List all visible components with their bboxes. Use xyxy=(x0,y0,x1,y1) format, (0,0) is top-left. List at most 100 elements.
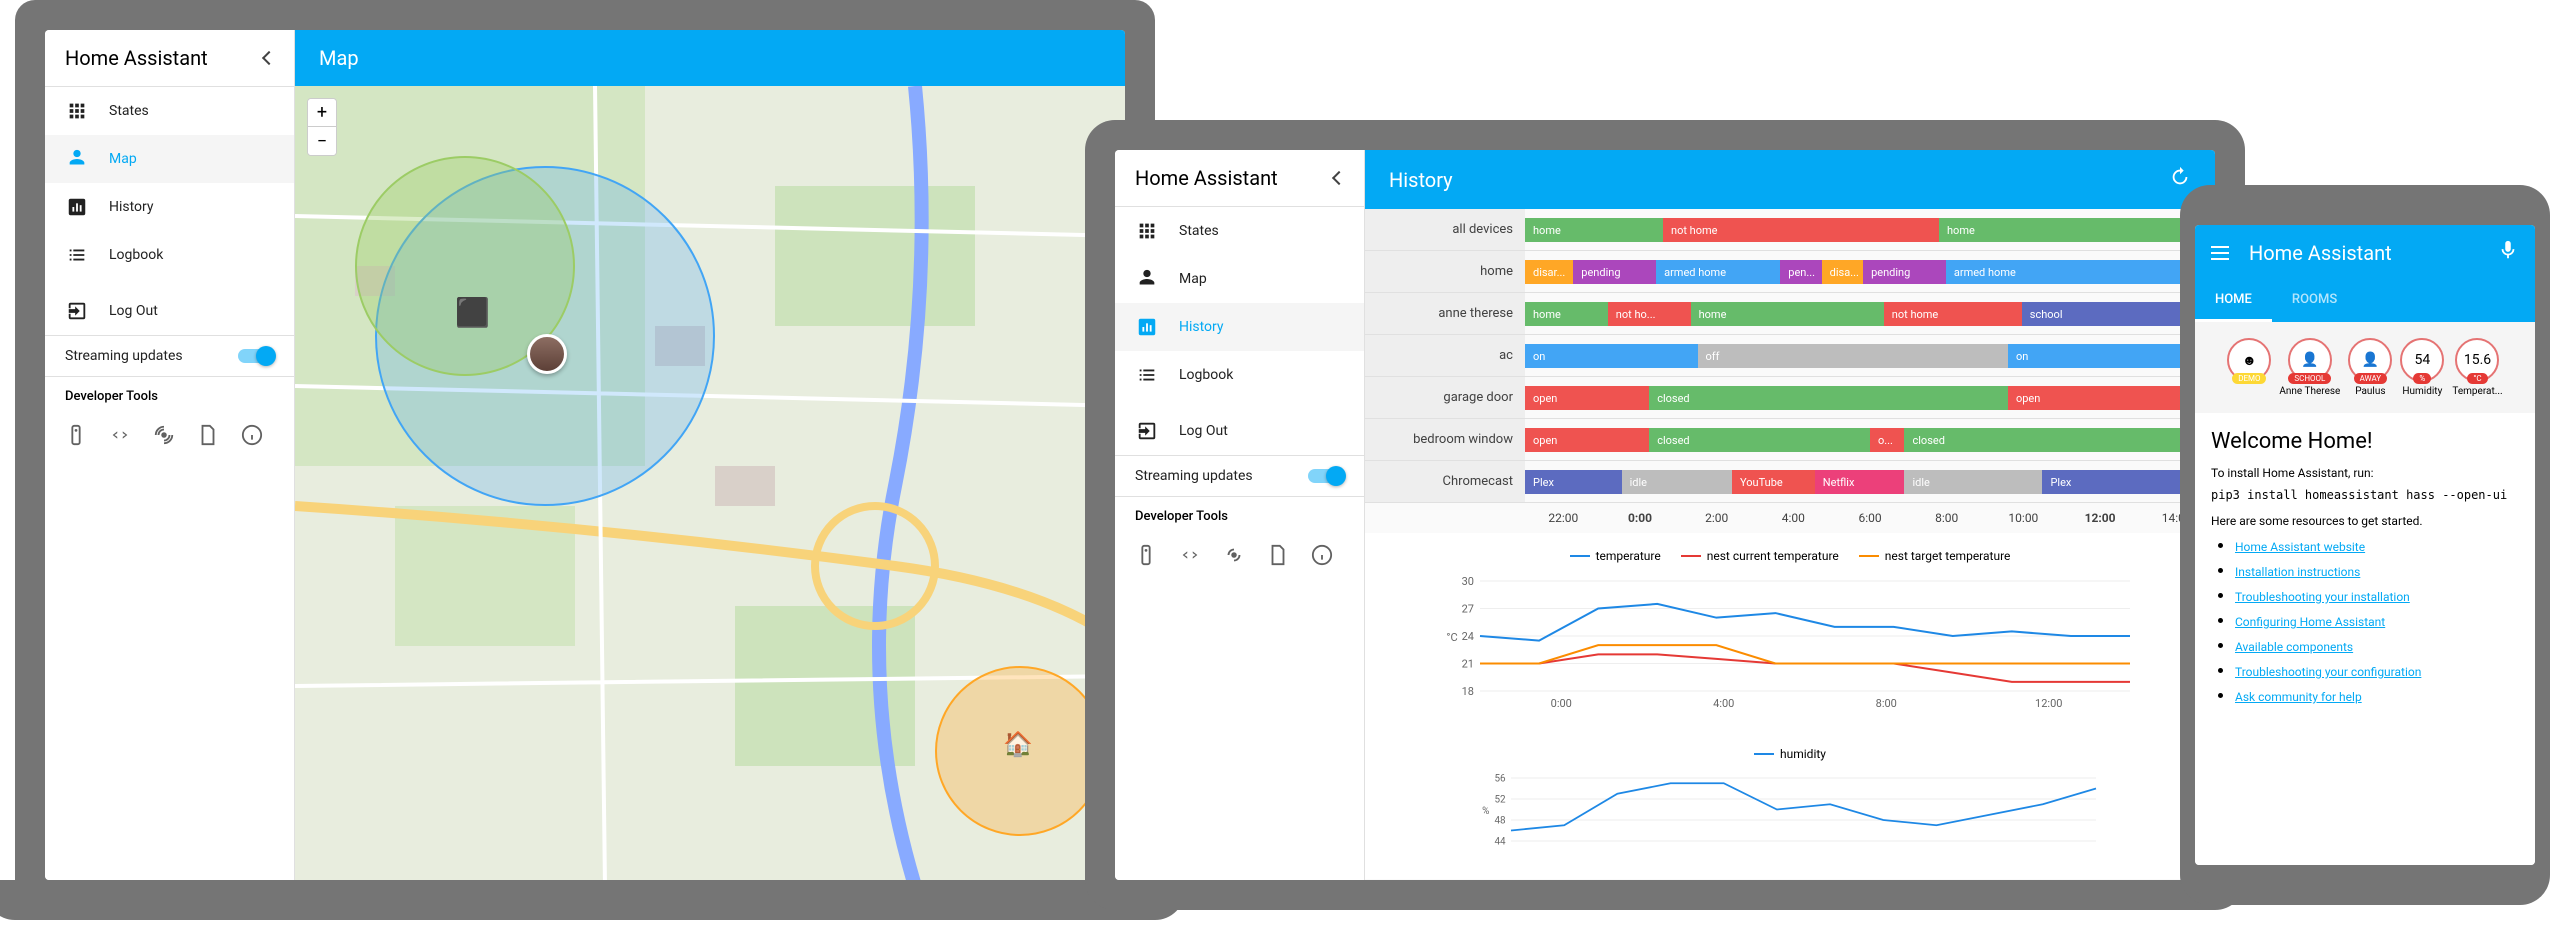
info-icon[interactable] xyxy=(1311,544,1335,568)
info-icon[interactable] xyxy=(241,424,265,448)
humidity-chart-svg: 44485256% xyxy=(1381,769,2199,859)
map-view[interactable]: + − ⬛ 🏠 xyxy=(295,86,1125,880)
history-segment[interactable]: YouTube xyxy=(1732,470,1815,494)
history-segment[interactable]: disar... xyxy=(1525,260,1573,284)
resource-link[interactable]: Home Assistant website xyxy=(2235,540,2365,554)
account-location-icon xyxy=(65,147,89,171)
tab-rooms[interactable]: ROOMS xyxy=(2272,280,2357,322)
resource-link-item: Troubleshooting your configuration xyxy=(2235,661,2519,680)
code-icon[interactable] xyxy=(109,424,133,448)
sidebar-item-states[interactable]: States xyxy=(45,87,294,135)
badge-pill: AWAY xyxy=(2354,373,2388,384)
remote-icon[interactable] xyxy=(65,424,89,448)
history-segment[interactable]: home xyxy=(1939,218,2215,242)
history-row: aconoffon xyxy=(1365,335,2215,377)
history-segment[interactable]: armed home xyxy=(1656,260,1780,284)
time-tick: 0:00 xyxy=(1602,503,1679,533)
history-segment[interactable]: pending xyxy=(1573,260,1656,284)
history-segment[interactable]: Netflix xyxy=(1815,470,1905,494)
account-location-icon xyxy=(1135,267,1159,291)
svg-text:27: 27 xyxy=(1462,603,1474,616)
history-segment[interactable]: pen... xyxy=(1780,260,1821,284)
history-segment[interactable]: not home xyxy=(1884,302,2022,326)
state-badge[interactable]: 15.6°CTemperat... xyxy=(2452,338,2502,397)
sidebar-item-logout[interactable]: Log Out xyxy=(45,287,294,335)
state-badge[interactable]: ☻DEMO xyxy=(2227,338,2271,397)
history-segment[interactable]: pending xyxy=(1863,260,1946,284)
time-tick: 12:00 xyxy=(2062,503,2139,533)
streaming-label: Streaming updates xyxy=(65,348,183,364)
history-segment[interactable]: home xyxy=(1525,302,1608,326)
remote-icon[interactable] xyxy=(1135,544,1159,568)
welcome-card: Welcome Home! To install Home Assistant,… xyxy=(2195,413,2535,865)
mic-icon[interactable] xyxy=(2497,239,2519,266)
history-segment[interactable]: off xyxy=(1698,344,2009,368)
welcome-title: Welcome Home! xyxy=(2211,429,2519,454)
history-row-label: bedroom window xyxy=(1365,419,1525,460)
badge-circle: 👤SCHOOL xyxy=(2288,338,2332,382)
history-segment[interactable]: on xyxy=(1525,344,1698,368)
device-phone: Home Assistant HOME ROOMS ☻DEMO👤SCHOOLAn… xyxy=(2180,185,2550,905)
legend-label: nest current temperature xyxy=(1707,549,1839,563)
resource-link[interactable]: Ask community for help xyxy=(2235,690,2362,704)
tab-home[interactable]: HOME xyxy=(2195,280,2272,322)
temp-chart-svg: 18212427300:004:008:0012:00°C xyxy=(1381,571,2199,711)
history-row-label: all devices xyxy=(1365,209,1525,250)
sidebar-item-history[interactable]: History xyxy=(45,183,294,231)
radio-tower-icon[interactable] xyxy=(153,424,177,448)
resource-link[interactable]: Configuring Home Assistant xyxy=(2235,615,2385,629)
sidebar-item-states[interactable]: States xyxy=(1115,207,1364,255)
history-segment[interactable]: closed xyxy=(1904,428,2215,452)
file-icon[interactable] xyxy=(197,424,221,448)
state-badge[interactable]: 👤AWAYPaulus xyxy=(2348,338,2392,397)
sidebar-label: Log Out xyxy=(109,303,158,319)
streaming-toggle[interactable] xyxy=(1308,469,1344,483)
history-segment[interactable]: open xyxy=(1525,428,1649,452)
history-segment[interactable]: home xyxy=(1525,218,1663,242)
radio-tower-icon[interactable] xyxy=(1223,544,1247,568)
history-segment[interactable]: armed home xyxy=(1946,260,2215,284)
history-segment[interactable]: not home xyxy=(1663,218,1939,242)
chevron-left-icon[interactable] xyxy=(1332,171,1346,185)
refresh-icon[interactable] xyxy=(2169,166,2191,193)
resource-link[interactable]: Installation instructions xyxy=(2235,565,2360,579)
streaming-toggle[interactable] xyxy=(238,349,274,363)
badge-label: Temperat... xyxy=(2452,386,2502,397)
chevron-left-icon[interactable] xyxy=(262,51,276,65)
history-segment[interactable]: o... xyxy=(1870,428,1905,452)
history-segment[interactable]: closed xyxy=(1649,386,2008,410)
time-tick: 8:00 xyxy=(1908,503,1985,533)
resource-link[interactable]: Troubleshooting your configuration xyxy=(2235,665,2421,679)
state-badge[interactable]: 👤SCHOOLAnne Therese xyxy=(2279,338,2340,397)
page-title: Map xyxy=(319,46,359,70)
resource-link[interactable]: Available components xyxy=(2235,640,2353,654)
hamburger-icon[interactable] xyxy=(2211,246,2229,260)
resource-link[interactable]: Troubleshooting your installation xyxy=(2235,590,2410,604)
history-segment[interactable]: idle xyxy=(1904,470,2042,494)
sidebar-item-map[interactable]: Map xyxy=(1115,255,1364,303)
time-tick: 22:00 xyxy=(1525,503,1602,533)
badge-pill: DEMO xyxy=(2232,373,2266,384)
laptop-main: Map xyxy=(295,30,1125,880)
history-segment[interactable]: closed xyxy=(1649,428,1870,452)
resource-link-item: Configuring Home Assistant xyxy=(2235,611,2519,630)
history-segment[interactable]: home xyxy=(1691,302,1884,326)
history-segment[interactable]: open xyxy=(1525,386,1649,410)
chart-icon xyxy=(65,195,89,219)
sidebar-item-logbook[interactable]: Logbook xyxy=(1115,351,1364,399)
sidebar-item-logout[interactable]: Log Out xyxy=(1115,407,1364,455)
history-segment[interactable]: disa... xyxy=(1822,260,1863,284)
file-icon[interactable] xyxy=(1267,544,1291,568)
history-segment[interactable]: Plex xyxy=(1525,470,1622,494)
history-segment[interactable]: idle xyxy=(1622,470,1732,494)
zoom-out-button[interactable]: − xyxy=(308,127,336,155)
history-segment[interactable]: not ho... xyxy=(1608,302,1691,326)
sidebar-item-map[interactable]: Map xyxy=(45,135,294,183)
code-icon[interactable] xyxy=(1179,544,1203,568)
svg-text:52: 52 xyxy=(1494,795,1506,806)
sidebar-item-logbook[interactable]: Logbook xyxy=(45,231,294,279)
zoom-in-button[interactable]: + xyxy=(308,99,336,127)
map-avatar-marker[interactable] xyxy=(527,334,567,374)
sidebar-item-history[interactable]: History xyxy=(1115,303,1364,351)
state-badge[interactable]: 54%Humidity xyxy=(2400,338,2444,397)
